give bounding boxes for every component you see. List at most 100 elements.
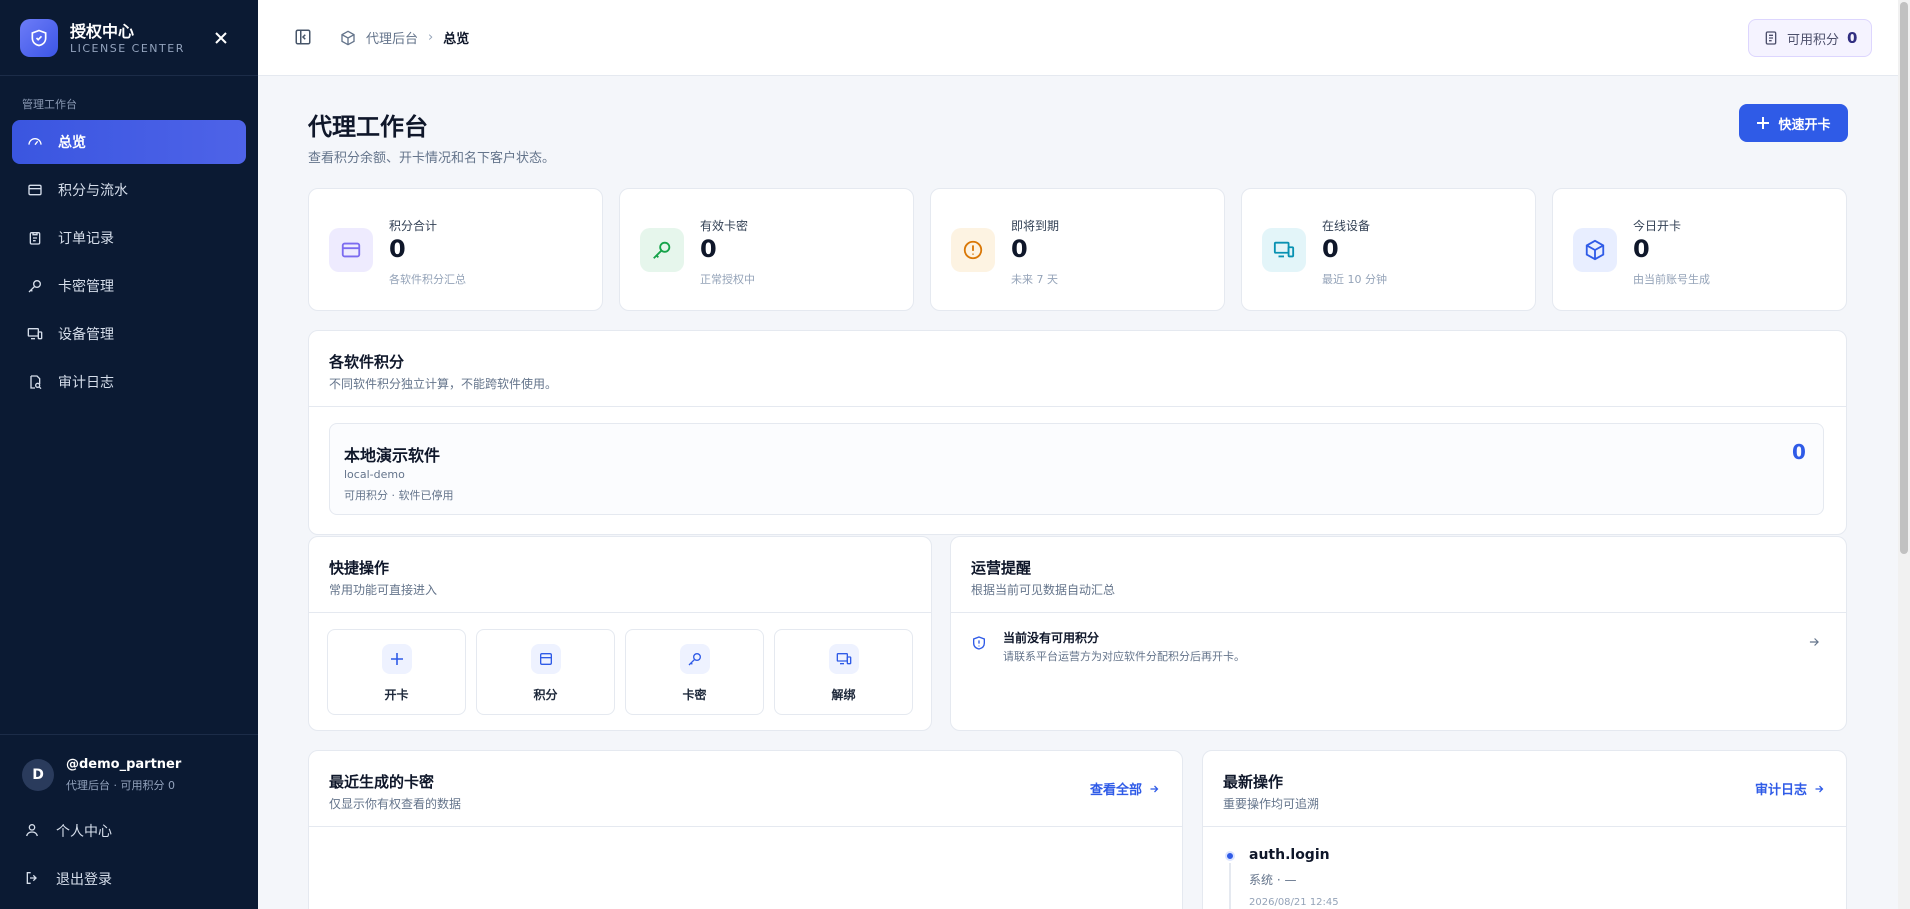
quick-action-points[interactable]: 积分 (476, 629, 615, 715)
sidebar-item-keys[interactable]: 卡密管理 (12, 264, 246, 308)
logout-label: 退出登录 (56, 872, 112, 888)
divider (309, 612, 931, 613)
wallet-icon (531, 644, 561, 674)
clipboard-icon (26, 229, 44, 247)
key-icon (640, 228, 684, 272)
card-subtitle: 根据当前可见数据自动汇总 (971, 583, 1116, 597)
user-card[interactable]: D @demo_partner 代理后台 · 可用积分 0 (22, 757, 181, 792)
timeline-line (1229, 863, 1231, 909)
sidebar-item-points[interactable]: 积分与流水 (12, 168, 246, 212)
sidebar-toggle-icon[interactable] (294, 28, 314, 48)
card-title: 各软件积分 (329, 353, 405, 371)
sidebar-footer: D @demo_partner 代理后台 · 可用积分 0 个人中心 退出登录 (0, 734, 258, 888)
cube-icon (340, 30, 356, 46)
arrow-right-icon (1815, 785, 1824, 792)
audit-log-label: 审计日志 (1755, 783, 1808, 798)
available-points-pill[interactable]: 可用积分 0 (1748, 19, 1873, 57)
stat-value: 0 (700, 235, 717, 263)
scrollbar-thumb[interactable] (1900, 2, 1908, 554)
quick-actions-card: 快捷操作 常用功能可直接进入 开卡 积分 卡密 解绑 (308, 536, 932, 731)
stat-card-online-devices: 在线设备 0 最近 10 分钟 (1241, 188, 1536, 311)
divider (309, 826, 1182, 827)
divider (1203, 826, 1846, 827)
stat-value: 0 (1633, 235, 1650, 263)
sidebar-item-orders[interactable]: 订单记录 (12, 216, 246, 260)
latest-ops-card: 最新操作 重要操作均可追溯 审计日志 auth.login 系统 · — 202… (1202, 750, 1847, 909)
sidebar-item-label: 审计日志 (58, 375, 114, 391)
quick-action-keys[interactable]: 卡密 (625, 629, 764, 715)
view-all-link[interactable]: 查看全部 (1090, 779, 1160, 798)
stat-hint: 未来 7 天 (1011, 273, 1058, 286)
points-value: 0 (1847, 29, 1858, 47)
card-title: 快捷操作 (329, 559, 390, 577)
card-subtitle: 仅显示你有权查看的数据 (329, 797, 462, 811)
card-title: 运营提醒 (971, 559, 1032, 577)
quick-open-card-button[interactable]: 快速开卡 (1739, 104, 1848, 142)
nav-section-label: 管理工作台 (22, 98, 77, 111)
stat-hint: 各软件积分汇总 (389, 273, 466, 286)
stat-value: 0 (1322, 235, 1339, 263)
ops-alerts-card: 运营提醒 根据当前可见数据自动汇总 当前没有可用积分 请联系平台运营方为对应软件… (950, 536, 1847, 731)
page-scrollbar[interactable] (1898, 0, 1910, 909)
divider (951, 612, 1846, 613)
alert-circle-icon (951, 228, 995, 272)
breadcrumb-current: 总览 (443, 32, 470, 47)
close-icon[interactable] (210, 27, 232, 49)
stat-label: 积分合计 (389, 219, 438, 233)
quick-action-open-card[interactable]: 开卡 (327, 629, 466, 715)
avatar: D (22, 759, 54, 791)
sidebar-item-label: 设备管理 (58, 327, 114, 343)
audit-log-link[interactable]: 审计日志 (1755, 779, 1825, 798)
quick-open-label: 快速开卡 (1778, 117, 1831, 133)
card-subtitle: 常用功能可直接进入 (329, 583, 438, 597)
chevron-right-icon: › (428, 30, 434, 45)
sidebar-item-label: 卡密管理 (58, 279, 114, 295)
brand-header: 授权中心 LICENSE CENTER (0, 0, 258, 76)
software-meta: 可用积分 · 软件已停用 (344, 489, 454, 502)
software-item[interactable]: 本地演示软件 local-demo 可用积分 · 软件已停用 0 (329, 423, 1824, 515)
ops-alert-item[interactable]: 当前没有可用积分 请联系平台运营方为对应软件分配积分后再开卡。 (971, 629, 1831, 673)
sidebar-item-label: 积分与流水 (58, 183, 128, 199)
brand-subtitle: LICENSE CENTER (70, 42, 185, 55)
stat-hint: 正常授权中 (700, 273, 755, 286)
recent-keys-card: 最近生成的卡密 仅显示你有权查看的数据 查看全部 (308, 750, 1183, 909)
stat-card-today-opened: 今日开卡 0 由当前账号生成 (1552, 188, 1847, 311)
arrow-right-icon (1807, 635, 1821, 649)
sidebar-item-overview[interactable]: 总览 (12, 120, 246, 164)
quick-action-label: 解绑 (831, 688, 856, 702)
sidebar-item-devices[interactable]: 设备管理 (12, 312, 246, 356)
user-icon (24, 822, 42, 840)
stat-value: 0 (1011, 235, 1028, 263)
breadcrumb-root[interactable]: 代理后台 (366, 28, 418, 47)
document-icon (1763, 30, 1779, 46)
page-title: 代理工作台 (308, 113, 428, 141)
software-name: 本地演示软件 (344, 446, 441, 465)
card-subtitle: 重要操作均可追溯 (1223, 797, 1320, 811)
devices-icon (1262, 228, 1306, 272)
arrow-right-icon (1150, 785, 1159, 792)
cube-icon (1573, 228, 1617, 272)
unbind-device-icon (829, 644, 859, 674)
wallet-icon (329, 228, 373, 272)
stat-label: 在线设备 (1322, 219, 1371, 233)
brand-title: 授权中心 (70, 22, 135, 41)
user-name: @demo_partner (66, 757, 182, 772)
timeline-dot (1225, 851, 1235, 861)
quick-action-label: 积分 (533, 688, 558, 702)
user-meta: 代理后台 · 可用积分 0 (66, 779, 175, 792)
page-subtitle: 查看积分余额、开卡情况和名下客户状态。 (308, 151, 556, 166)
quick-action-label: 开卡 (384, 688, 409, 702)
points-label: 可用积分 (1787, 32, 1840, 48)
card-icon (26, 181, 44, 199)
logout-icon (24, 870, 42, 888)
divider (309, 406, 1846, 407)
operation-time: 2026/08/21 12:45 (1249, 897, 1339, 908)
alert-title: 当前没有可用积分 (1003, 631, 1100, 645)
logout-link[interactable]: 退出登录 (24, 869, 112, 889)
quick-action-unbind[interactable]: 解绑 (774, 629, 913, 715)
devices-icon (26, 325, 44, 343)
audit-icon (26, 373, 44, 391)
key-icon (26, 277, 44, 295)
profile-link[interactable]: 个人中心 (24, 821, 112, 841)
sidebar-item-audit[interactable]: 审计日志 (12, 360, 246, 404)
